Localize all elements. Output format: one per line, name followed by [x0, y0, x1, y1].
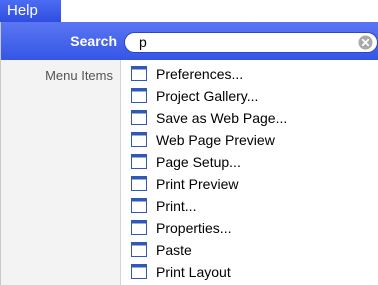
- menu-item-icon: [131, 242, 147, 257]
- help-menu[interactable]: Help: [0, 0, 61, 22]
- result-item[interactable]: Project Gallery...: [121, 85, 378, 107]
- menu-item-icon: [131, 176, 147, 191]
- menu-item-icon: [131, 220, 147, 235]
- search-label: Search: [70, 33, 117, 49]
- help-menu-label: Help: [7, 2, 38, 19]
- result-label: Paste: [156, 242, 192, 258]
- search-input[interactable]: p: [124, 32, 378, 53]
- result-label: Properties...: [156, 220, 232, 236]
- clear-search-icon[interactable]: [358, 35, 373, 50]
- menu-item-icon: [131, 88, 147, 103]
- menubar: Help: [0, 0, 378, 22]
- result-item[interactable]: Print Layout: [121, 261, 378, 283]
- result-item[interactable]: Print...: [121, 195, 378, 217]
- result-item[interactable]: Paste: [121, 239, 378, 261]
- result-label: Page Setup...: [156, 154, 241, 170]
- result-item[interactable]: Page Setup...: [121, 151, 378, 173]
- search-row: Search p: [1, 22, 378, 60]
- menu-item-icon: [131, 264, 147, 279]
- result-item[interactable]: Print Preview: [121, 173, 378, 195]
- help-search-panel: Search p Menu Items Preferences... Proje…: [0, 22, 378, 285]
- result-item[interactable]: Properties...: [121, 217, 378, 239]
- result-label: Preferences...: [156, 66, 244, 82]
- menu-item-icon: [131, 132, 147, 147]
- result-label: Project Gallery...: [156, 88, 259, 104]
- result-label: Print Preview: [156, 176, 239, 192]
- menu-item-icon: [131, 110, 147, 125]
- result-label: Web Page Preview: [156, 132, 275, 148]
- result-label: Save as Web Page...: [156, 110, 288, 126]
- menu-item-icon: [131, 154, 147, 169]
- result-item[interactable]: Save as Web Page...: [121, 107, 378, 129]
- menu-item-icon: [131, 66, 147, 81]
- menu-items-section-label: Menu Items: [45, 68, 113, 83]
- result-label: Print...: [156, 198, 197, 214]
- result-item[interactable]: Web Page Preview: [121, 129, 378, 151]
- menu-item-icon: [131, 198, 147, 213]
- search-input-value: p: [139, 34, 147, 50]
- result-item[interactable]: Preferences...: [121, 63, 378, 85]
- result-label: Print Layout: [156, 264, 231, 280]
- results-list: Preferences... Project Gallery... Save a…: [121, 60, 378, 285]
